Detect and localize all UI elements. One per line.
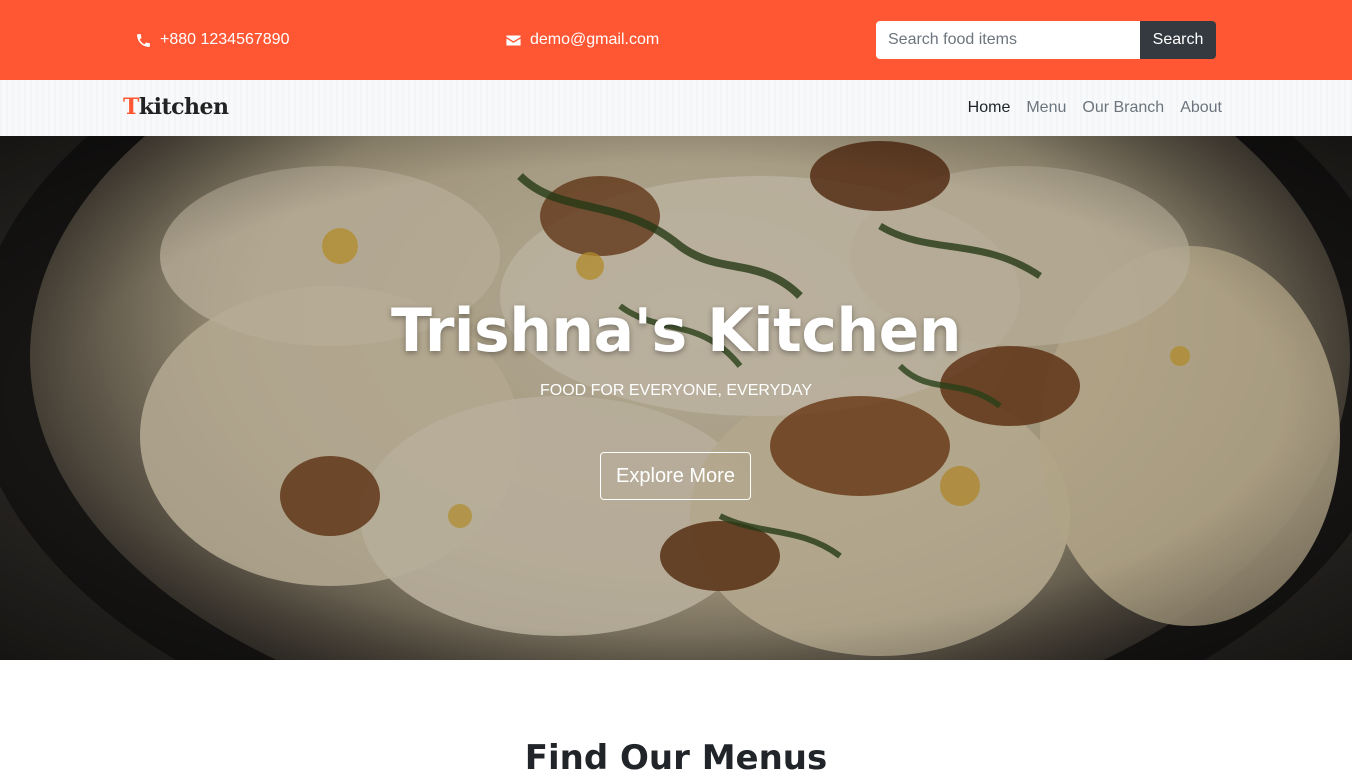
search-button[interactable]: Search bbox=[1140, 21, 1216, 59]
search-input[interactable] bbox=[876, 21, 1140, 59]
phone-number: +880 1234567890 bbox=[160, 31, 290, 48]
phone-contact[interactable]: +880 1234567890 bbox=[135, 0, 289, 80]
brand-logo[interactable]: Tkitchen bbox=[123, 94, 229, 120]
brand-initial: T bbox=[123, 94, 139, 120]
search-form: Search bbox=[876, 21, 1216, 59]
nav-item-home[interactable]: Home bbox=[968, 99, 1011, 117]
hero-banner: Trishna's Kitchen FOOD FOR EVERYONE, EVE… bbox=[0, 136, 1352, 660]
top-contact-bar: +880 1234567890 demo@gmail.com Search bbox=[0, 0, 1352, 80]
main-navbar: Tkitchen Home Menu Our Branch About bbox=[0, 80, 1352, 136]
brand-name: kitchen bbox=[138, 94, 229, 120]
phone-icon bbox=[135, 32, 152, 49]
section-title-menus: Find Our Menus bbox=[524, 738, 828, 778]
hero-title: Trishna's Kitchen bbox=[390, 296, 962, 366]
email-address: demo@gmail.com bbox=[530, 31, 660, 48]
envelope-icon bbox=[505, 32, 522, 49]
nav-item-menu[interactable]: Menu bbox=[1026, 99, 1066, 117]
hero-subtitle: FOOD FOR EVERYONE, EVERYDAY bbox=[539, 382, 813, 399]
nav-item-our-branch[interactable]: Our Branch bbox=[1082, 99, 1164, 117]
email-contact[interactable]: demo@gmail.com bbox=[505, 0, 659, 80]
nav-item-about[interactable]: About bbox=[1180, 99, 1222, 117]
nav-links: Home Menu Our Branch About bbox=[968, 80, 1222, 136]
explore-more-button[interactable]: Explore More bbox=[600, 452, 751, 500]
